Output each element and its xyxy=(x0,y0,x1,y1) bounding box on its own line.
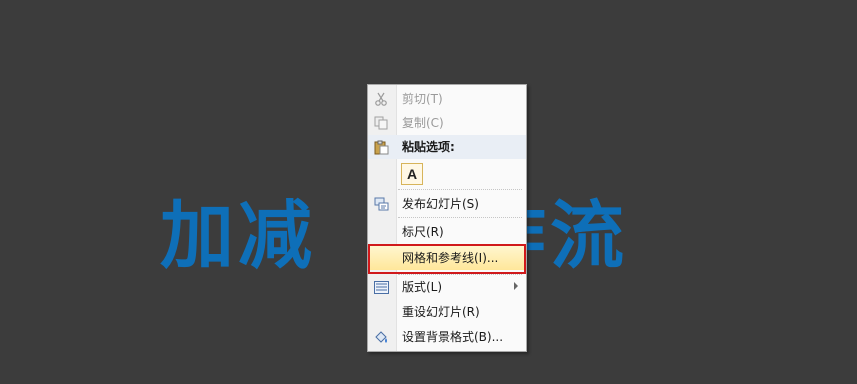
context-menu: 剪切(T) 复制(C) 粘贴选项: A 发布幻灯片(S) 标尺(R) 网格和参考… xyxy=(367,84,527,352)
scissors-icon xyxy=(373,91,389,107)
menu-item-label: 复制(C) xyxy=(402,116,444,130)
menu-item-format-background[interactable]: 设置背景格式(B)... xyxy=(368,325,526,349)
menu-item-layout[interactable]: 版式(L) xyxy=(368,275,526,299)
menu-item-label: 重设幻灯片(R) xyxy=(402,305,480,319)
menu-item-ruler[interactable]: 标尺(R) xyxy=(368,220,526,244)
paste-keep-text-button[interactable]: A xyxy=(401,163,423,185)
submenu-arrow-icon xyxy=(514,282,518,290)
paint-bucket-icon xyxy=(373,329,389,345)
menu-item-cut[interactable]: 剪切(T) xyxy=(368,87,526,111)
layout-icon xyxy=(373,279,389,295)
menu-item-reset-slide[interactable]: 重设幻灯片(R) xyxy=(368,300,526,324)
menu-item-paste-options: 粘贴选项: xyxy=(368,135,526,159)
highlight-frame xyxy=(368,244,526,274)
menu-item-label: 剪切(T) xyxy=(402,92,443,106)
menu-item-label: 设置背景格式(B)... xyxy=(402,330,504,344)
menu-item-copy[interactable]: 复制(C) xyxy=(368,111,526,135)
menu-item-publish-slides[interactable]: 发布幻灯片(S) xyxy=(368,192,526,216)
menu-separator xyxy=(398,217,522,218)
menu-item-label: 发布幻灯片(S) xyxy=(402,197,479,211)
publish-slides-icon xyxy=(373,196,389,212)
menu-separator xyxy=(398,189,522,190)
menu-item-label: 标尺(R) xyxy=(402,225,444,239)
clipboard-icon xyxy=(373,139,389,155)
menu-item-label: 版式(L) xyxy=(402,280,443,294)
copy-icon xyxy=(373,115,389,131)
menu-item-label: 粘贴选项: xyxy=(402,140,455,154)
